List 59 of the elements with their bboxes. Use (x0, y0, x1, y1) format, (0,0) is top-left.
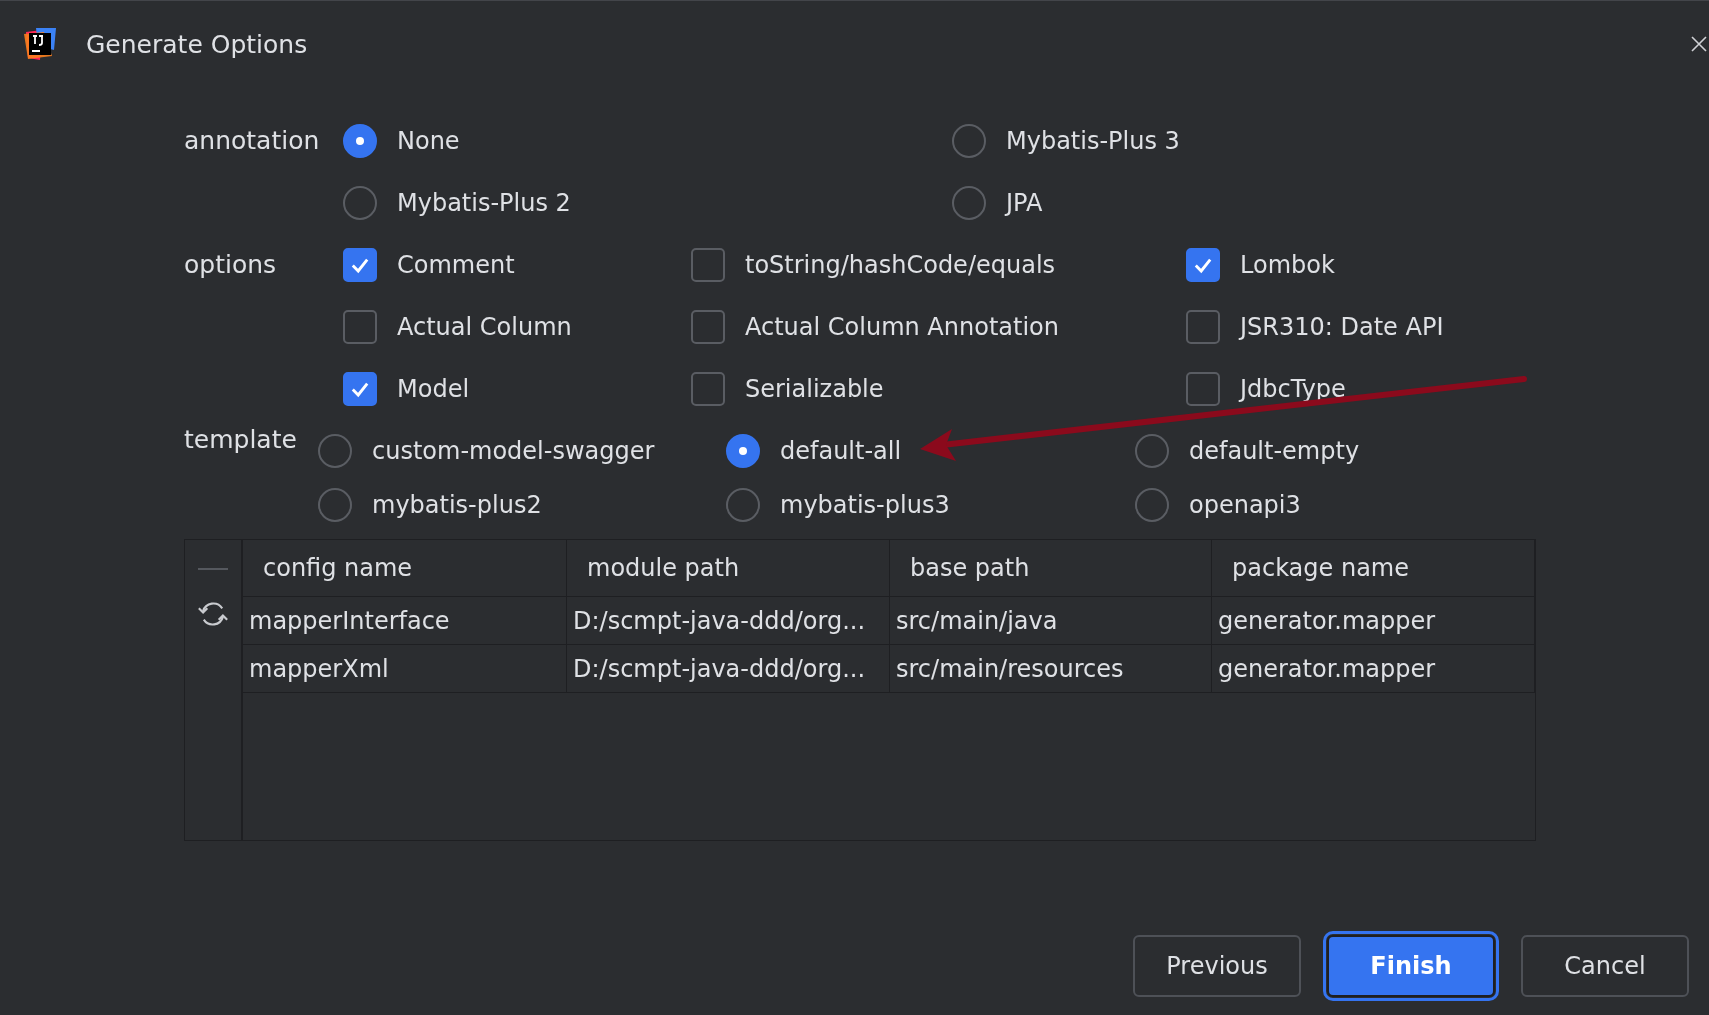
table-cell: mapperXml (243, 645, 567, 692)
window-title: Generate Options (86, 29, 308, 59)
column-header[interactable]: module path (567, 540, 890, 596)
radio-label[interactable]: None (397, 127, 460, 155)
checkbox-label[interactable]: JdbcType (1240, 375, 1346, 403)
checkbox-label[interactable]: Model (397, 375, 470, 403)
table-cell: D:/scmpt-java-ddd/org... (567, 597, 890, 644)
checkbox[interactable] (343, 310, 377, 344)
radio-button[interactable] (343, 186, 377, 220)
column-header[interactable]: package name (1212, 540, 1535, 596)
radio-button[interactable] (952, 124, 986, 158)
app-logo-icon (22, 26, 58, 62)
options-label: options (184, 249, 278, 281)
dialog-button[interactable]: Cancel (1521, 935, 1689, 997)
radio-label[interactable]: mybatis-plus2 (372, 491, 542, 519)
radio-label[interactable]: Mybatis-Plus 2 (397, 189, 571, 217)
radio-button[interactable] (726, 434, 760, 468)
checkbox-label[interactable]: Serializable (745, 375, 884, 403)
checkbox[interactable] (1186, 372, 1220, 406)
table-cell: src/main/resources (890, 645, 1212, 692)
dialog-button[interactable]: Previous (1133, 935, 1301, 997)
table-cell: D:/scmpt-java-ddd/org... (567, 645, 890, 692)
radio-button[interactable] (318, 488, 352, 522)
radio-label[interactable]: default-empty (1189, 437, 1360, 465)
checkbox[interactable] (691, 310, 725, 344)
table-cell: mapperInterface (243, 597, 567, 644)
table-cell: src/main/java (890, 597, 1212, 644)
checkbox-label[interactable]: Actual Column (397, 313, 572, 341)
radio-label[interactable]: openapi3 (1189, 491, 1301, 519)
radio-button[interactable] (726, 488, 760, 522)
radio-label[interactable]: default-all (780, 437, 902, 465)
checkbox[interactable] (343, 372, 377, 406)
radio-label[interactable]: mybatis-plus3 (780, 491, 950, 519)
template-label: template (184, 424, 298, 456)
radio-button[interactable] (343, 124, 377, 158)
radio-button[interactable] (952, 186, 986, 220)
checkbox[interactable] (1186, 248, 1220, 282)
radio-label[interactable]: custom-model-swagger (372, 437, 655, 465)
annotation-label: annotation (184, 125, 321, 157)
checkbox-label[interactable]: Comment (397, 251, 515, 279)
radio-button[interactable] (318, 434, 352, 468)
radio-label[interactable]: JPA (1006, 189, 1043, 217)
radio-button[interactable] (1135, 434, 1169, 468)
checkbox[interactable] (1186, 310, 1220, 344)
checkbox-label[interactable]: toString/hashCode/equals (745, 251, 1056, 279)
checkbox[interactable] (691, 372, 725, 406)
radio-label[interactable]: Mybatis-Plus 3 (1006, 127, 1180, 155)
checkbox[interactable] (691, 248, 725, 282)
minus-icon[interactable] (198, 567, 228, 571)
column-header[interactable]: base path (890, 540, 1212, 596)
close-icon[interactable] (1691, 36, 1707, 52)
checkbox[interactable] (343, 248, 377, 282)
column-header[interactable]: config name (243, 540, 567, 596)
checkbox-label[interactable]: Lombok (1240, 251, 1335, 279)
table-cell: generator.mapper (1212, 645, 1535, 692)
checkbox-label[interactable]: JSR310: Date API (1240, 313, 1444, 341)
table-cell: generator.mapper (1212, 597, 1535, 644)
radio-button[interactable] (1135, 488, 1169, 522)
checkbox-label[interactable]: Actual Column Annotation (745, 313, 1059, 341)
